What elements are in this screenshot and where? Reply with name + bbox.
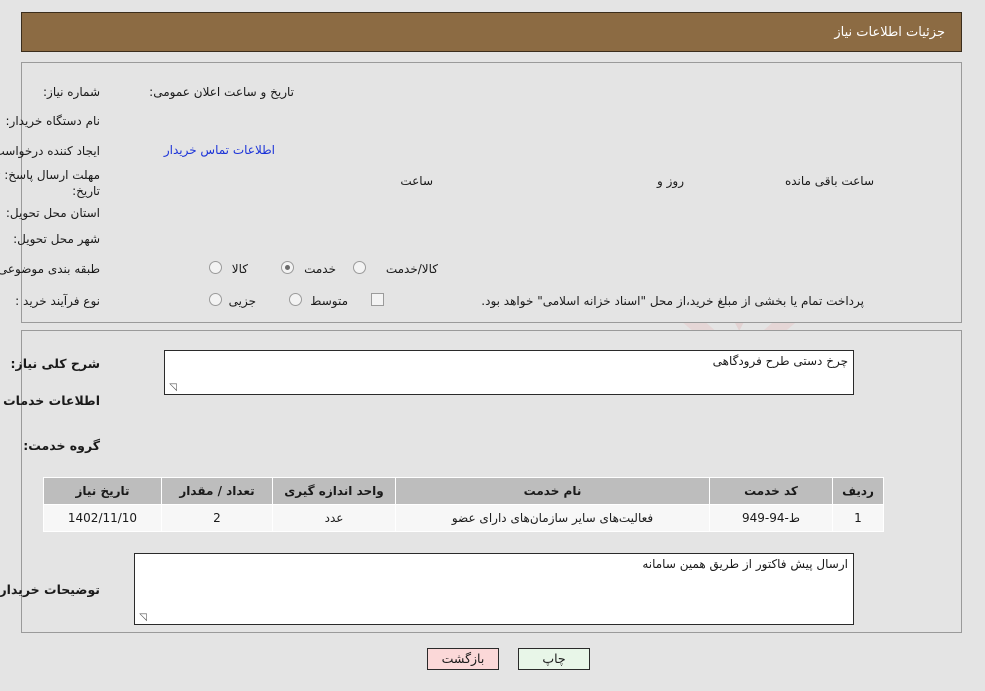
resize-grip-icon[interactable]: ◹ [168,383,178,393]
service-group-label: گروه خدمت: [24,438,101,453]
back-button[interactable]: بازگشت [428,648,500,670]
deadline-label-line1: مهلت ارسال پاسخ: تا [0,168,101,182]
category-label-khedmat: خدمت [305,262,337,276]
table-header-row: ردیف کد خدمت نام خدمت واحد اندازه گیری ت… [44,477,885,505]
hour-word-label: ساعت [401,174,434,188]
cell-row-no: 1 [833,504,885,532]
process-radio-motevaset[interactable] [290,293,303,306]
remaining-word-label: ساعت باقی مانده [785,174,875,188]
province-label: استان محل تحویل: [6,206,101,220]
city-label: شهر محل تحویل: [14,232,101,246]
announce-datetime-label: تاریخ و ساعت اعلان عمومی: [150,85,295,99]
treasury-bond-checkbox[interactable] [372,293,385,306]
cell-quantity: 2 [162,504,274,532]
category-label-kala: کالا [232,262,249,276]
buyer-notes-value: ارسال پیش فاکتور از طریق همین سامانه [643,557,849,571]
buyer-contact-link[interactable]: اطلاعات تماس خریدار [165,143,276,157]
page-header-bar: جزئیات اطلاعات نیاز [22,12,963,52]
category-label-kala-khedmat: کالا/خدمت [386,262,439,276]
print-button[interactable]: چاپ [519,648,591,670]
general-desc-textarea[interactable]: چرخ دستی طرح فرودگاهی ◹ [165,350,855,395]
need-summary-panel [22,62,963,323]
table-col-quantity: تعداد / مقدار [162,477,274,505]
days-word-label: روز و [658,174,685,188]
buyer-notes-textarea[interactable]: ارسال پیش فاکتور از طریق همین سامانه ◹ [135,553,855,625]
process-label: نوع فرآیند خرید : [16,294,101,308]
services-info-heading: اطلاعات خدمات مورد نیاز [0,393,101,408]
table-col-row-no: ردیف [833,477,885,505]
table-col-need-date: تاریخ نیاز [44,477,163,505]
general-desc-label: شرح کلی نیاز: [11,356,101,371]
cell-service-name: فعالیت‌های سایر سازمان‌های دارای عضو [396,504,711,532]
general-desc-value: چرخ دستی طرح فرودگاهی [713,354,849,368]
requester-label: ایجاد کننده درخواست: [0,144,101,158]
process-label-motevaset: متوسط [311,294,349,308]
table-row[interactable]: 1 ط-94-949 فعالیت‌های سایر سازمان‌های دا… [44,504,885,532]
process-radio-jozi[interactable] [210,293,223,306]
treasury-note-text: پرداخت تمام یا بخشی از مبلغ خرید،از محل … [482,294,865,308]
buyer-notes-label: توضیحات خریدار: [0,582,101,597]
process-label-jozi: جزیی [229,294,257,308]
need-number-label: شماره نیاز: [44,85,101,99]
cell-unit: عدد [273,504,397,532]
resize-grip-icon[interactable]: ◹ [138,613,148,623]
cell-need-date: 1402/11/10 [44,504,163,532]
category-radio-kala[interactable] [210,261,223,274]
services-table: ردیف کد خدمت نام خدمت واحد اندازه گیری ت… [44,477,885,532]
page-title: جزئیات اطلاعات نیاز [835,25,946,40]
deadline-label-line2: تاریخ: [73,184,101,198]
buyer-org-label: نام دستگاه خریدار: [6,114,102,128]
category-radio-khedmat[interactable] [282,261,295,274]
table-col-service-code: کد خدمت [710,477,834,505]
table-col-service-name: نام خدمت [396,477,711,505]
cell-service-code: ط-94-949 [710,504,834,532]
table-col-unit: واحد اندازه گیری [273,477,397,505]
category-label: طبقه بندی موضوعی: [0,262,101,276]
category-radio-kala-khedmat[interactable] [354,261,367,274]
